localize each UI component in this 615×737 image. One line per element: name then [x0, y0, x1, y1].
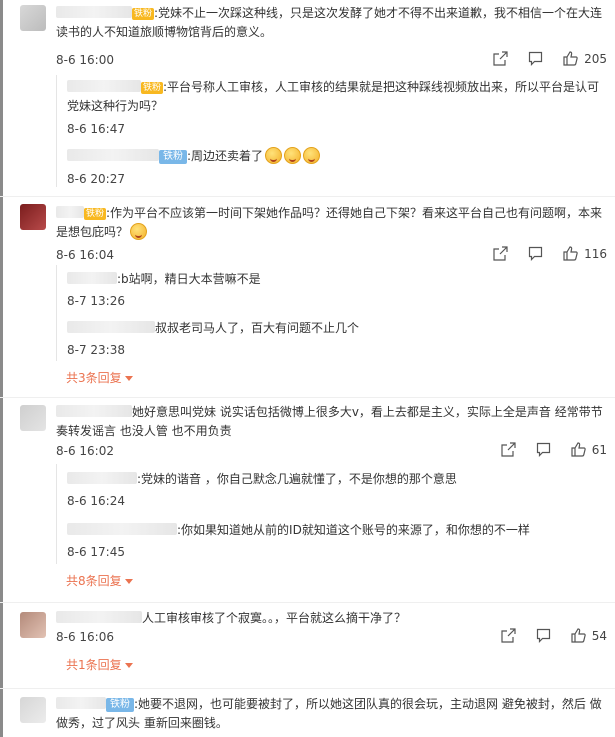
reply-time: 8-6 16:47: [67, 122, 125, 136]
share-button[interactable]: [493, 246, 508, 261]
like-button[interactable]: 116: [563, 246, 607, 261]
thumbs-up-icon: [563, 51, 578, 66]
fan-badge: 铁粉: [159, 150, 187, 164]
reply-text: 叔叔老司马人了，百大有问题不止几个: [67, 319, 603, 338]
thumbs-up-icon: [571, 442, 586, 457]
comment-time: 8-6 16:04: [56, 248, 114, 262]
caret-down-icon: [124, 376, 133, 381]
surprised-emoji-icon: [130, 223, 148, 240]
like-button[interactable]: 61: [571, 442, 607, 457]
thumbs-up-icon: [571, 628, 586, 643]
avatar[interactable]: [20, 5, 46, 31]
comment-button[interactable]: [528, 51, 543, 66]
reply-time: 8-6 17:45: [67, 545, 125, 559]
comment-time: 8-6 16:06: [56, 630, 114, 644]
smile-emoji-icon: [284, 147, 302, 164]
comment-actions: 205: [473, 51, 607, 66]
avatar[interactable]: [20, 697, 46, 723]
username-blurred[interactable]: [67, 272, 117, 284]
reply-time: 8-7 13:26: [67, 294, 125, 308]
comment-item: 她好意思叫党妹 说实话包括微博上很多大v，看上去都是主义，实际上全是声音 经常带…: [0, 398, 615, 603]
comment-text: 铁粉:作为平台不应该第一时间下架她作品吗？还得她自己下架？看来这平台自己也有问题…: [56, 206, 603, 240]
comment-item: 铁粉:作为平台不应该第一时间下架她作品吗？还得她自己下架？看来这平台自己也有问题…: [0, 197, 615, 398]
reply-text: :党妹的谐音 ，你自己默念几遍就懂了，不是你想的那个意思: [67, 470, 603, 489]
avatar[interactable]: [20, 612, 46, 638]
username-blurred[interactable]: [56, 697, 106, 709]
reply-time: 8-6 20:27: [67, 172, 125, 186]
comment-time: 8-6 16:02: [56, 444, 114, 458]
username-blurred[interactable]: [67, 149, 159, 161]
more-replies-link[interactable]: 共3条回复: [66, 369, 133, 386]
share-button[interactable]: [501, 442, 516, 457]
comment-text: 她好意思叫党妹 说实话包括微博上很多大v，看上去都是主义，实际上全是声音 经常带…: [56, 405, 603, 438]
comment-actions: 116: [473, 246, 607, 261]
caret-down-icon: [124, 663, 133, 668]
comment-button[interactable]: [536, 442, 551, 457]
comment-icon: [528, 246, 543, 261]
comment-button[interactable]: [536, 628, 551, 643]
like-count: 116: [584, 246, 607, 261]
comment-text: 人工审核审核了个寂寞。。，平台就这么摘干净了？: [56, 609, 607, 628]
caret-down-icon: [124, 579, 133, 584]
fan-badge: 铁粉: [132, 8, 155, 20]
comment-icon: [536, 628, 550, 643]
like-count: 54: [591, 628, 607, 643]
comment-actions: 54: [481, 628, 607, 643]
reply-item: :你如果知道她从前的ID就知道这个账号的来源了，和你想的不一样 8-6 17:4…: [56, 512, 603, 564]
fan-badge: 铁粉: [141, 82, 164, 94]
share-icon: [493, 51, 508, 66]
username-blurred[interactable]: [67, 321, 155, 333]
avatar[interactable]: [20, 204, 46, 230]
share-button[interactable]: [501, 628, 516, 643]
username-blurred[interactable]: [56, 611, 142, 623]
comment-time: 8-6 16:00: [56, 53, 114, 67]
reply-time: 8-7 23:38: [67, 343, 125, 357]
reply-text: 铁粉:平台号称人工审核，人工审核的结果就是把这种踩线视频放出来，所以平台是认可党…: [67, 80, 600, 113]
reply-time: 8-6 16:24: [67, 494, 125, 508]
smile-emoji-icon: [265, 147, 283, 164]
reply-item: 铁粉:平台号称人工审核，人工审核的结果就是把这种踩线视频放出来，所以平台是认可党…: [56, 75, 603, 141]
comment-text: 铁粉:她要不退网，也可能要被封了，所以她这团队真的很会玩，主动退网 避免被封，然…: [56, 697, 602, 730]
comment-icon: [528, 51, 543, 66]
like-button[interactable]: 205: [563, 51, 607, 66]
username-blurred[interactable]: [56, 405, 132, 417]
share-icon: [501, 628, 516, 643]
like-button[interactable]: 54: [571, 628, 607, 643]
username-blurred[interactable]: [67, 523, 177, 535]
fan-badge: 铁粉: [106, 698, 134, 712]
like-count: 61: [591, 442, 607, 457]
thumbs-up-icon: [563, 246, 578, 261]
share-button[interactable]: [493, 51, 508, 66]
share-icon: [493, 246, 508, 261]
reply-item: 叔叔老司马人了，百大有问题不止几个 8-7 23:38: [56, 311, 603, 361]
share-icon: [501, 442, 516, 457]
more-replies-link[interactable]: 共1条回复: [66, 656, 133, 673]
reply-text: :你如果知道她从前的ID就知道这个账号的来源了，和你想的不一样: [67, 521, 603, 540]
comment-icon: [536, 442, 550, 457]
reply-item: :b站啊，精日大本营嘛不是 8-7 13:26: [56, 265, 603, 311]
username-blurred[interactable]: [67, 472, 137, 484]
comment-item: 铁粉:党妹不止一次踩这种线，只是这次发酵了她才不得不出来道歉，我不相信一个在大连…: [0, 0, 615, 197]
reply-text: 铁粉:周边还卖着了: [67, 147, 603, 166]
username-blurred[interactable]: [67, 80, 141, 92]
username-blurred[interactable]: [56, 206, 84, 218]
reply-item: :党妹的谐音 ，你自己默念几遍就懂了，不是你想的那个意思 8-6 16:24: [56, 464, 603, 512]
reply-text: :b站啊，精日大本营嘛不是: [67, 270, 603, 289]
comment-text: 铁粉:党妹不止一次踩这种线，只是这次发酵了她才不得不出来道歉，我不相信一个在大连…: [56, 6, 603, 39]
smile-emoji-icon: [303, 147, 321, 164]
comment-item: 铁粉:她要不退网，也可能要被封了，所以她这团队真的很会玩，主动退网 避免被封，然…: [0, 689, 615, 737]
username-blurred[interactable]: [56, 6, 132, 18]
avatar[interactable]: [20, 405, 46, 431]
fan-badge: 铁粉: [84, 208, 107, 220]
like-count: 205: [584, 51, 607, 66]
reply-item: 铁粉:周边还卖着了 8-6 20:27: [56, 141, 603, 187]
comment-actions: 61: [481, 442, 607, 457]
more-replies-link[interactable]: 共8条回复: [66, 572, 133, 589]
comment-button[interactable]: [528, 246, 543, 261]
comment-item: 人工审核审核了个寂寞。。，平台就这么摘干净了？ 8-6 16:06 54 共1条…: [0, 603, 615, 689]
